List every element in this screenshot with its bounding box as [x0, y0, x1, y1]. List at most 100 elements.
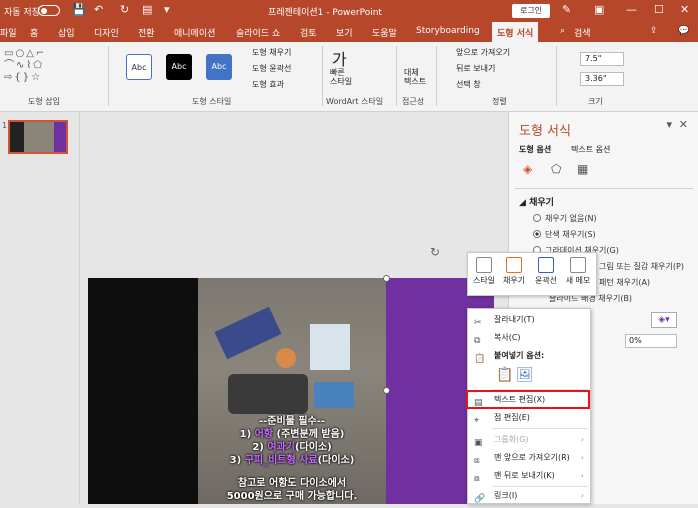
selection-pane-button[interactable]: 선택 창 — [456, 79, 481, 90]
login-button[interactable]: 로그인 — [512, 4, 550, 18]
ribbon-tabs: 파일 홈 삽입 디자인 전환 애니메이션 슬라이드 쇼 검토 보기 도움말 St… — [0, 22, 698, 42]
autosave-label: 자동 저장 — [4, 8, 40, 18]
menu-edit-points[interactable]: ⌖ 점 편집(E) — [468, 409, 590, 427]
tab-search[interactable]: 검색 — [574, 26, 591, 39]
share-icon[interactable]: ⇪ — [650, 26, 658, 36]
thumbnail-pane — [0, 112, 80, 504]
mini-comment-button[interactable]: 새 메모 — [564, 257, 592, 286]
menu-send-to-back[interactable]: ⧇ 맨 뒤로 보내기(K) › — [468, 467, 590, 485]
link-icon: 🔗 — [474, 494, 486, 504]
minimize-icon[interactable]: — — [626, 3, 637, 16]
autosave-toggle[interactable] — [38, 5, 60, 16]
fill-section-header[interactable]: ◢ 채우기 — [519, 195, 554, 208]
shape-effects-button[interactable]: 도형 효과 — [252, 79, 284, 90]
send-back-icon: ⧇ — [474, 474, 480, 484]
pane-close-icon[interactable]: ✕ — [679, 118, 688, 131]
menu-link[interactable]: 🔗 링크(I) › — [468, 487, 590, 505]
fill-picture-option[interactable]: 그림 또는 질감 채우기(P) — [599, 261, 684, 272]
tab-review[interactable]: 검토 — [300, 26, 317, 39]
menu-paste-options: 📋 붙여넣기 옵션: — [468, 347, 590, 365]
menu-cut[interactable]: ✂ 잘라내기(T) — [468, 311, 590, 329]
fill-color-picker[interactable]: ◈▾ — [651, 312, 677, 328]
tab-storyboarding[interactable]: Storyboarding — [416, 26, 480, 36]
group-arrange: 정렬 — [492, 97, 507, 106]
edit-points-icon: ⌖ — [474, 416, 480, 426]
wordart-a-icon[interactable]: 가 — [332, 46, 347, 70]
resize-handle-left[interactable] — [383, 387, 390, 394]
slide-thumbnail[interactable] — [8, 120, 68, 154]
comments-icon[interactable]: 💬 — [678, 26, 689, 36]
alt-text-button[interactable]: 대체 텍스트 — [404, 68, 426, 86]
ribbon: ▭○△⌐ ⌒∿⌇⬠ ⇨{}☆ 도형 삽입 Abc Abc Abc 도형 채우기 도형… — [0, 42, 698, 112]
paste-icon: 📋 — [474, 354, 486, 364]
fill-solid-option[interactable]: 단색 채우기(S) — [533, 229, 596, 240]
bring-forward-button[interactable]: 앞으로 가져오기 — [456, 47, 510, 58]
caption-line-6: 5000원으로 구매 가능합니다. — [226, 491, 358, 502]
effects-icon[interactable]: ⬠ — [551, 162, 561, 176]
size-properties-icon[interactable]: ▦ — [577, 162, 588, 176]
pane-title: 도형 서식 — [519, 124, 571, 139]
mini-style-button[interactable]: 스타일 — [470, 257, 498, 286]
undo-icon[interactable]: ↶ — [94, 3, 103, 16]
mini-fill-button[interactable]: 채우기 — [500, 257, 528, 286]
present-icon[interactable]: ▤ — [142, 3, 152, 16]
tab-slideshow[interactable]: 슬라이드 쇼 — [236, 26, 280, 39]
menu-group: ▣ 그룹화(G) › — [468, 431, 590, 449]
tab-help[interactable]: 도움말 — [372, 26, 397, 39]
group-shape-styles: 도형 스타일 — [192, 97, 232, 106]
search-icon[interactable]: ⌕ — [560, 26, 565, 36]
height-input[interactable]: 7.5" — [580, 52, 624, 66]
fill-bucket-icon — [506, 257, 522, 273]
send-backward-button[interactable]: 뒤로 보내기 — [456, 63, 495, 74]
tab-file[interactable]: 파일 — [0, 26, 17, 39]
tab-animations[interactable]: 애니메이션 — [174, 26, 215, 39]
tab-view[interactable]: 보기 — [336, 26, 353, 39]
pane-options-icon[interactable]: ▾ — [666, 118, 672, 131]
slide-photo[interactable] — [198, 278, 386, 504]
slide-number: 1 — [2, 121, 8, 130]
ribbon-display-icon[interactable]: ▣ — [594, 3, 604, 16]
window-title: 프레젠테이션1 - PowerPoint — [268, 8, 382, 18]
tab-transitions[interactable]: 전환 — [138, 26, 155, 39]
menu-copy[interactable]: ⧉ 복사(C) — [468, 329, 590, 347]
tab-design[interactable]: 디자인 — [94, 26, 119, 39]
shape-outline-button[interactable]: 도형 윤곽선 — [252, 63, 291, 74]
customize-icon[interactable]: ▾ — [164, 3, 170, 16]
shape-fill-button[interactable]: 도형 채우기 — [252, 47, 291, 58]
menu-bring-to-front[interactable]: ⧈ 맨 앞으로 가져오기(R) › — [468, 449, 590, 467]
tab-home[interactable]: 홈 — [30, 26, 38, 39]
redo-icon[interactable]: ↻ — [120, 3, 129, 16]
caption-line-4: 3) 구피_비트형 사료(다이소) — [229, 455, 355, 466]
close-icon[interactable]: ✕ — [680, 3, 689, 16]
paste-picture-icon[interactable]: 🖼 — [516, 367, 534, 383]
transparency-input[interactable]: 0% — [625, 334, 677, 348]
pen-icon[interactable]: ✎ — [562, 3, 571, 16]
style-sample-blue[interactable]: Abc — [206, 54, 232, 80]
mini-outline-button[interactable]: 윤곽선 — [532, 257, 560, 286]
title-bar: 자동 저장 💾 ↶ ↻ ▤ ▾ 프레젠테이션1 - PowerPoint 로그인… — [0, 0, 698, 22]
group-size: 크기 — [588, 97, 603, 106]
fill-none-option[interactable]: 채우기 없음(N) — [533, 213, 597, 224]
style-sample-outline[interactable]: Abc — [126, 54, 152, 80]
shapes-gallery-icon[interactable]: ▭○△⌐ ⌒∿⌇⬠ ⇨{}☆ — [4, 48, 84, 88]
tab-text-options[interactable]: 텍스트 옵션 — [571, 144, 610, 155]
style-sample-black[interactable]: Abc — [166, 54, 192, 80]
tab-shape-options[interactable]: 도형 옵션 — [519, 144, 551, 155]
group-accessibility: 접근성 — [402, 97, 425, 106]
tab-insert[interactable]: 삽입 — [58, 26, 75, 39]
highlight-box — [466, 390, 590, 409]
quick-styles-button[interactable]: 빠른 스타일 — [330, 68, 352, 86]
resize-handle-top[interactable] — [383, 275, 390, 282]
outline-pen-icon — [538, 257, 554, 273]
mini-toolbar: 스타일 채우기 윤곽선 새 메모 — [467, 252, 597, 296]
width-input[interactable]: 3.36" — [580, 72, 624, 86]
style-icon — [476, 257, 492, 273]
paste-keep-source-icon[interactable]: 📋 — [496, 367, 513, 383]
fill-line-icon[interactable]: ◈ — [523, 162, 532, 176]
rotate-handle-icon[interactable]: ↻ — [430, 245, 440, 259]
tab-shape-format[interactable]: 도형 서식 — [492, 22, 539, 42]
maximize-icon[interactable]: ☐ — [654, 3, 664, 16]
group-insert-shapes: 도형 삽입 — [28, 97, 60, 106]
save-icon[interactable]: 💾 — [72, 3, 86, 16]
fill-pattern-option[interactable]: 패턴 채우기(A) — [599, 277, 650, 288]
